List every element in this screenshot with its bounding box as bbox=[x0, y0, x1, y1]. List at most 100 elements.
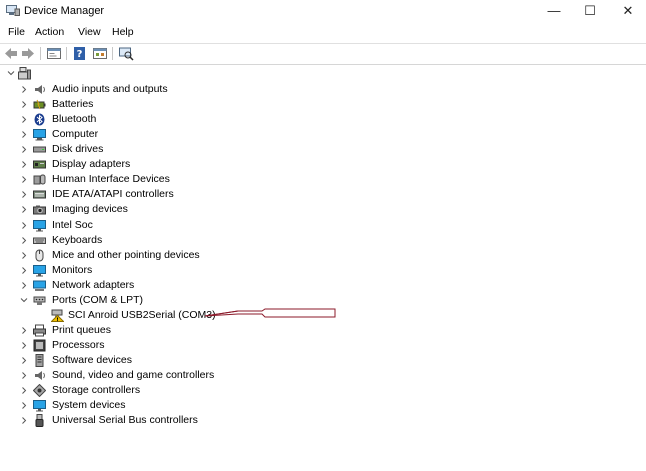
tree-root[interactable] bbox=[6, 66, 46, 81]
tree-item[interactable]: Storage controllers bbox=[19, 383, 299, 398]
port-icon bbox=[33, 296, 46, 305]
chevron-right-icon[interactable] bbox=[19, 112, 29, 127]
tree-child-item[interactable]: SCI Anroid USB2Serial (COM3) bbox=[51, 308, 216, 323]
forward-arrow-icon[interactable] bbox=[20, 46, 36, 61]
tree-item[interactable]: Batteries bbox=[19, 97, 299, 112]
chevron-right-icon[interactable] bbox=[19, 218, 29, 233]
tree-item-label: Human Interface Devices bbox=[52, 173, 170, 185]
tree-item[interactable]: Bluetooth bbox=[19, 112, 299, 127]
tree-item[interactable]: Intel Soc bbox=[19, 218, 299, 233]
tree-item[interactable]: Software devices bbox=[19, 353, 299, 368]
tree-item[interactable]: Processors bbox=[19, 338, 299, 353]
tree-item-label: Computer bbox=[52, 128, 99, 140]
chevron-right-icon[interactable] bbox=[19, 368, 29, 383]
chevron-right-icon[interactable] bbox=[19, 323, 29, 338]
chevron-right-icon[interactable] bbox=[19, 127, 29, 142]
monitor-icon bbox=[33, 400, 46, 412]
tree-item-label: Sound, video and game controllers bbox=[52, 369, 215, 381]
menu-bar: File Action View Help bbox=[0, 24, 646, 42]
tree-item[interactable]: Audio inputs and outputs bbox=[19, 82, 299, 97]
ide-icon bbox=[33, 190, 46, 199]
toolbar-separator bbox=[66, 47, 67, 60]
tree-item-label: Storage controllers bbox=[52, 384, 141, 396]
speaker-icon bbox=[35, 85, 45, 94]
monitor-icon bbox=[33, 265, 46, 277]
help-icon[interactable]: ? bbox=[72, 46, 88, 61]
tree-item[interactable]: Universal Serial Bus controllers bbox=[19, 413, 299, 428]
chevron-right-icon[interactable] bbox=[19, 172, 29, 187]
tree-item-label: Ports (COM & LPT) bbox=[52, 294, 144, 306]
tree-item[interactable]: System devices bbox=[19, 398, 299, 413]
chevron-right-icon[interactable] bbox=[19, 202, 29, 217]
bluetooth-icon bbox=[34, 113, 45, 126]
chevron-right-icon[interactable] bbox=[19, 248, 29, 263]
tree-item-label: Display adapters bbox=[52, 158, 131, 170]
printer-icon bbox=[33, 324, 46, 337]
tree-item-label: Software devices bbox=[52, 354, 132, 366]
chevron-right-icon[interactable] bbox=[19, 97, 29, 112]
tree-item[interactable]: Human Interface Devices bbox=[19, 172, 299, 187]
tree-item[interactable]: Print queues bbox=[19, 323, 299, 338]
tree-item[interactable]: Network adapters bbox=[19, 278, 299, 293]
tree-item-label: Batteries bbox=[52, 98, 94, 110]
tree-item[interactable]: Imaging devices bbox=[19, 202, 299, 217]
processor-icon bbox=[33, 339, 46, 352]
chevron-down-icon[interactable] bbox=[19, 293, 29, 308]
chevron-right-icon[interactable] bbox=[19, 142, 29, 157]
monitor-icon bbox=[33, 220, 46, 232]
chevron-right-icon[interactable] bbox=[19, 338, 29, 353]
tree-item-label: Network adapters bbox=[52, 279, 135, 291]
disk-icon bbox=[33, 146, 46, 153]
tree-item-label: Bluetooth bbox=[52, 113, 97, 125]
tree-item-label: Print queues bbox=[52, 324, 111, 336]
show-hidden-icon[interactable] bbox=[92, 46, 108, 61]
tree-item-label: Intel Soc bbox=[52, 219, 93, 231]
chevron-right-icon[interactable] bbox=[19, 413, 29, 428]
tree-item[interactable]: Computer bbox=[19, 127, 299, 142]
tree-item-label: Processors bbox=[52, 339, 105, 351]
menu-file[interactable]: File bbox=[8, 26, 25, 38]
tree-item[interactable]: Ports (COM & LPT) bbox=[19, 293, 299, 308]
title-bar: Device Manager — ☐ ✕ bbox=[0, 0, 646, 22]
back-arrow-icon[interactable] bbox=[3, 46, 19, 61]
tree-item[interactable]: Disk drives bbox=[19, 142, 299, 157]
chevron-right-icon[interactable] bbox=[19, 82, 29, 97]
software-icon bbox=[35, 354, 44, 367]
tree-item[interactable]: Mice and other pointing devices bbox=[19, 248, 299, 263]
tree-item-label: Disk drives bbox=[52, 143, 104, 155]
menu-help[interactable]: Help bbox=[112, 26, 134, 38]
tree-item-label: Universal Serial Bus controllers bbox=[52, 414, 198, 426]
chevron-right-icon[interactable] bbox=[19, 383, 29, 398]
network-icon bbox=[33, 280, 46, 291]
tree-item-label: Mice and other pointing devices bbox=[52, 249, 200, 261]
svg-text:?: ? bbox=[77, 49, 83, 60]
chevron-right-icon[interactable] bbox=[19, 157, 29, 172]
tree-item[interactable]: Sound, video and game controllers bbox=[19, 368, 299, 383]
tree-item-label: SCI Anroid USB2Serial (COM3) bbox=[68, 309, 216, 321]
chevron-right-icon[interactable] bbox=[19, 263, 29, 278]
chevron-right-icon[interactable] bbox=[19, 233, 29, 248]
computer-root-icon bbox=[18, 67, 31, 80]
chevron-right-icon[interactable] bbox=[19, 353, 29, 368]
tree-item[interactable]: IDE ATA/ATAPI controllers bbox=[19, 187, 299, 202]
toolbar-separator bbox=[112, 47, 113, 60]
usb-icon bbox=[35, 414, 44, 427]
menu-action[interactable]: Action bbox=[35, 26, 64, 38]
tree-item[interactable]: Display adapters bbox=[19, 157, 299, 172]
menu-view[interactable]: View bbox=[78, 26, 101, 38]
chevron-right-icon[interactable] bbox=[19, 398, 29, 413]
hid-icon bbox=[33, 174, 46, 185]
window-title: Device Manager bbox=[24, 5, 105, 17]
scan-hardware-icon[interactable] bbox=[118, 46, 134, 61]
tree-item-label: System devices bbox=[52, 399, 126, 411]
computer-icon bbox=[33, 129, 46, 141]
close-button[interactable]: ✕ bbox=[606, 0, 646, 22]
keyboard-icon bbox=[33, 237, 46, 244]
tree-item[interactable]: Monitors bbox=[19, 263, 299, 278]
properties-icon[interactable] bbox=[46, 46, 62, 61]
tree-item[interactable]: Keyboards bbox=[19, 233, 299, 248]
chevron-right-icon[interactable] bbox=[19, 278, 29, 293]
chevron-right-icon[interactable] bbox=[19, 187, 29, 202]
chevron-down-icon[interactable] bbox=[6, 66, 16, 81]
device-manager-icon bbox=[6, 5, 20, 16]
